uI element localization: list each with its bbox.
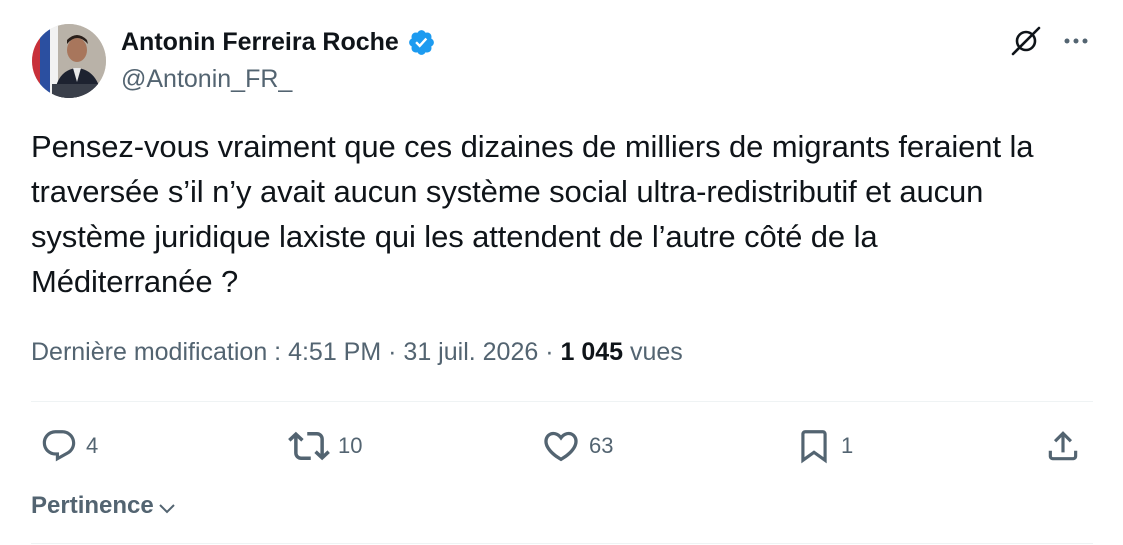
share-button[interactable] (1044, 424, 1082, 468)
author-handle[interactable]: @Antonin_FR_ (121, 63, 292, 95)
chevron-down-icon (159, 504, 175, 514)
repost-count: 10 (338, 433, 363, 458)
bookmark-button[interactable]: 1 (795, 424, 853, 468)
divider (31, 543, 1093, 544)
repost-icon (288, 431, 330, 461)
tweet-meta: Dernière modification : 4:51 PM · 31 jui… (31, 334, 683, 370)
views-label: vues (630, 338, 683, 366)
like-count: 63 (589, 433, 614, 458)
grok-icon (1011, 26, 1041, 56)
sort-label: Pertinence (31, 492, 154, 519)
bookmark-count: 1 (841, 433, 854, 458)
verified-badge-icon[interactable] (407, 28, 436, 57)
more-button[interactable] (1057, 22, 1095, 60)
heart-icon (544, 431, 578, 462)
meta-separator: · (388, 338, 397, 366)
meta-separator: · (545, 338, 554, 366)
avatar-image (32, 24, 106, 98)
more-icon (1064, 38, 1088, 44)
tweet-date[interactable]: 31 juil. 2026 (403, 338, 538, 366)
bookmark-icon (801, 430, 827, 464)
divider (31, 401, 1093, 402)
tweet-time[interactable]: 4:51 PM (288, 338, 381, 366)
grok-button[interactable] (1007, 22, 1045, 60)
avatar[interactable] (32, 24, 106, 98)
reply-count: 4 (86, 433, 99, 458)
like-button[interactable]: 63 (541, 424, 613, 468)
replies-sort-dropdown[interactable]: Pertinence (31, 489, 177, 523)
author-name-row[interactable]: Antonin Ferreira Roche (121, 26, 436, 58)
reply-button[interactable]: 4 (40, 424, 98, 468)
repost-button[interactable]: 10 (288, 424, 362, 468)
reply-icon (42, 430, 76, 462)
edited-label[interactable]: Dernière modification : (31, 338, 281, 366)
tweet-text: Pensez-vous vraiment que ces dizaines de… (31, 129, 1034, 299)
author-name[interactable]: Antonin Ferreira Roche (121, 26, 399, 58)
share-icon (1048, 431, 1078, 461)
views-count: 1 045 (560, 338, 624, 366)
tweet: Antonin Ferreira Roche @Antonin_FR_ Pens… (0, 0, 1123, 545)
